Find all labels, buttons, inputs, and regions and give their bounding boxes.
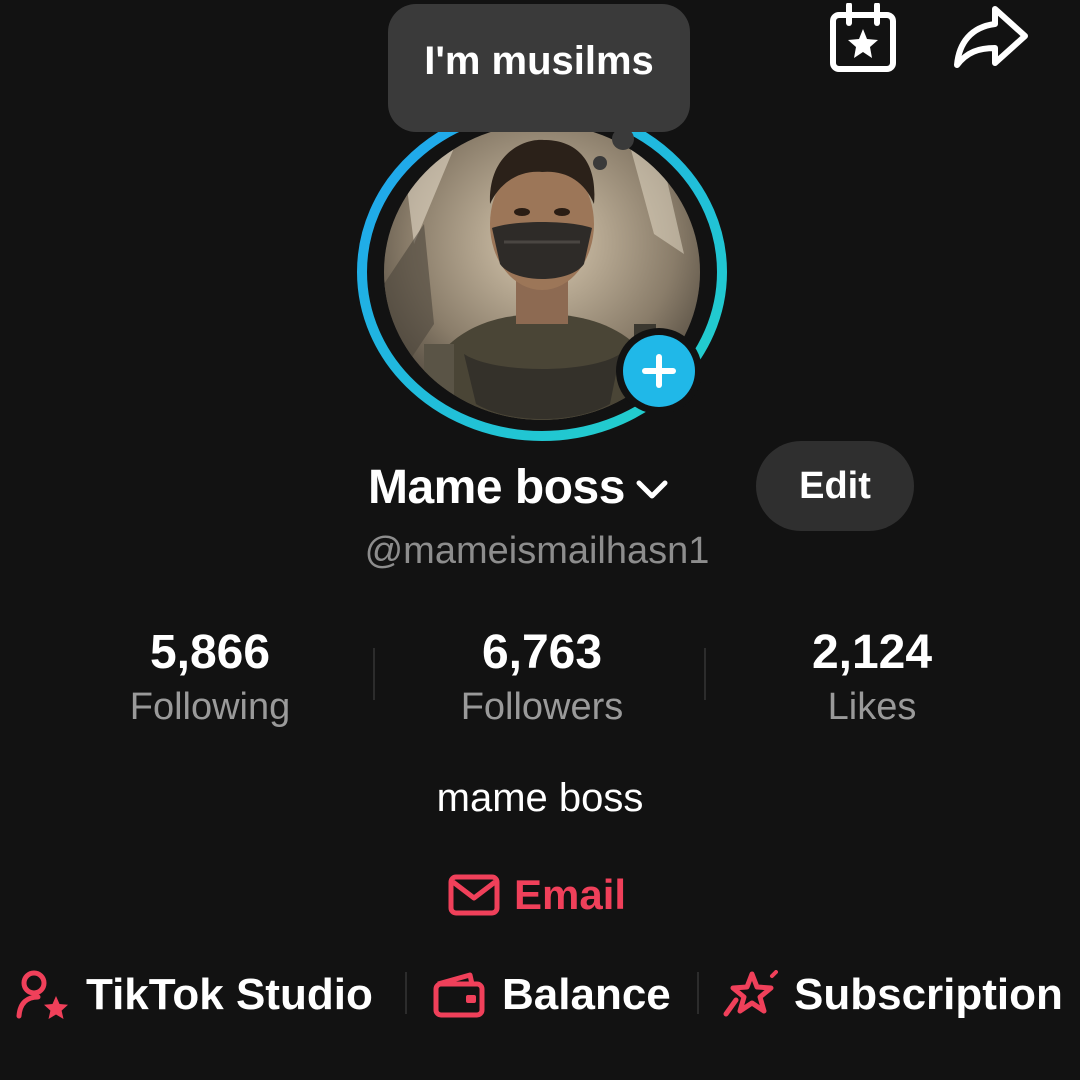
account-switcher[interactable]: Mame boss [368,455,669,519]
stat-divider [704,648,706,700]
tiktok-studio-link[interactable]: TikTok Studio [16,960,373,1030]
username-text: @mameismailhasn1 [364,530,710,572]
tiktok-studio-label: TikTok Studio [86,970,373,1019]
profile-bio: mame boss [436,776,644,820]
display-name: Mame boss [368,460,625,514]
following-label: Following [129,686,291,728]
note-bubble-dot [593,156,607,170]
mail-icon [448,874,500,916]
star-ribbon-icon [723,970,778,1017]
username-handle: @mameismailhasn1 [0,530,1080,573]
add-story-button[interactable] [616,328,702,414]
calendar-star-icon[interactable] [824,2,902,74]
stat-likes[interactable]: 2,124 Likes [762,624,982,732]
subscription-label: Subscription [794,970,1063,1019]
followers-count: 6,763 [481,626,603,679]
chevron-down-icon [636,480,668,499]
stat-divider [373,648,375,700]
wallet-icon [433,972,485,1018]
email-label: Email [514,871,627,918]
edit-profile-button[interactable]: Edit [756,441,914,531]
likes-count: 2,124 [811,626,933,679]
balance-label: Balance [502,970,671,1019]
person-star-icon [16,970,68,1019]
bottom-divider [405,972,407,1014]
bottom-divider [697,972,699,1014]
note-bubble-tail [612,128,634,150]
following-count: 5,866 [149,626,271,679]
followers-label: Followers [460,686,624,728]
plus-icon [623,335,695,407]
likes-label: Likes [827,686,917,728]
stat-followers[interactable]: 6,763 Followers [432,624,652,732]
profile-screen: I'm musilms Mame boss Edit @mameismailha… [0,0,1080,1080]
subscription-link[interactable]: Subscription [722,960,1063,1030]
stat-following[interactable]: 5,866 Following [100,624,320,732]
profile-note-bubble[interactable]: I'm musilms [388,4,690,132]
email-link[interactable]: Email [448,862,626,928]
profile-note-text: I'm musilms [424,38,654,83]
profile-avatar[interactable] [356,102,728,442]
share-arrow-icon[interactable] [952,2,1030,74]
balance-link[interactable]: Balance [432,960,671,1030]
